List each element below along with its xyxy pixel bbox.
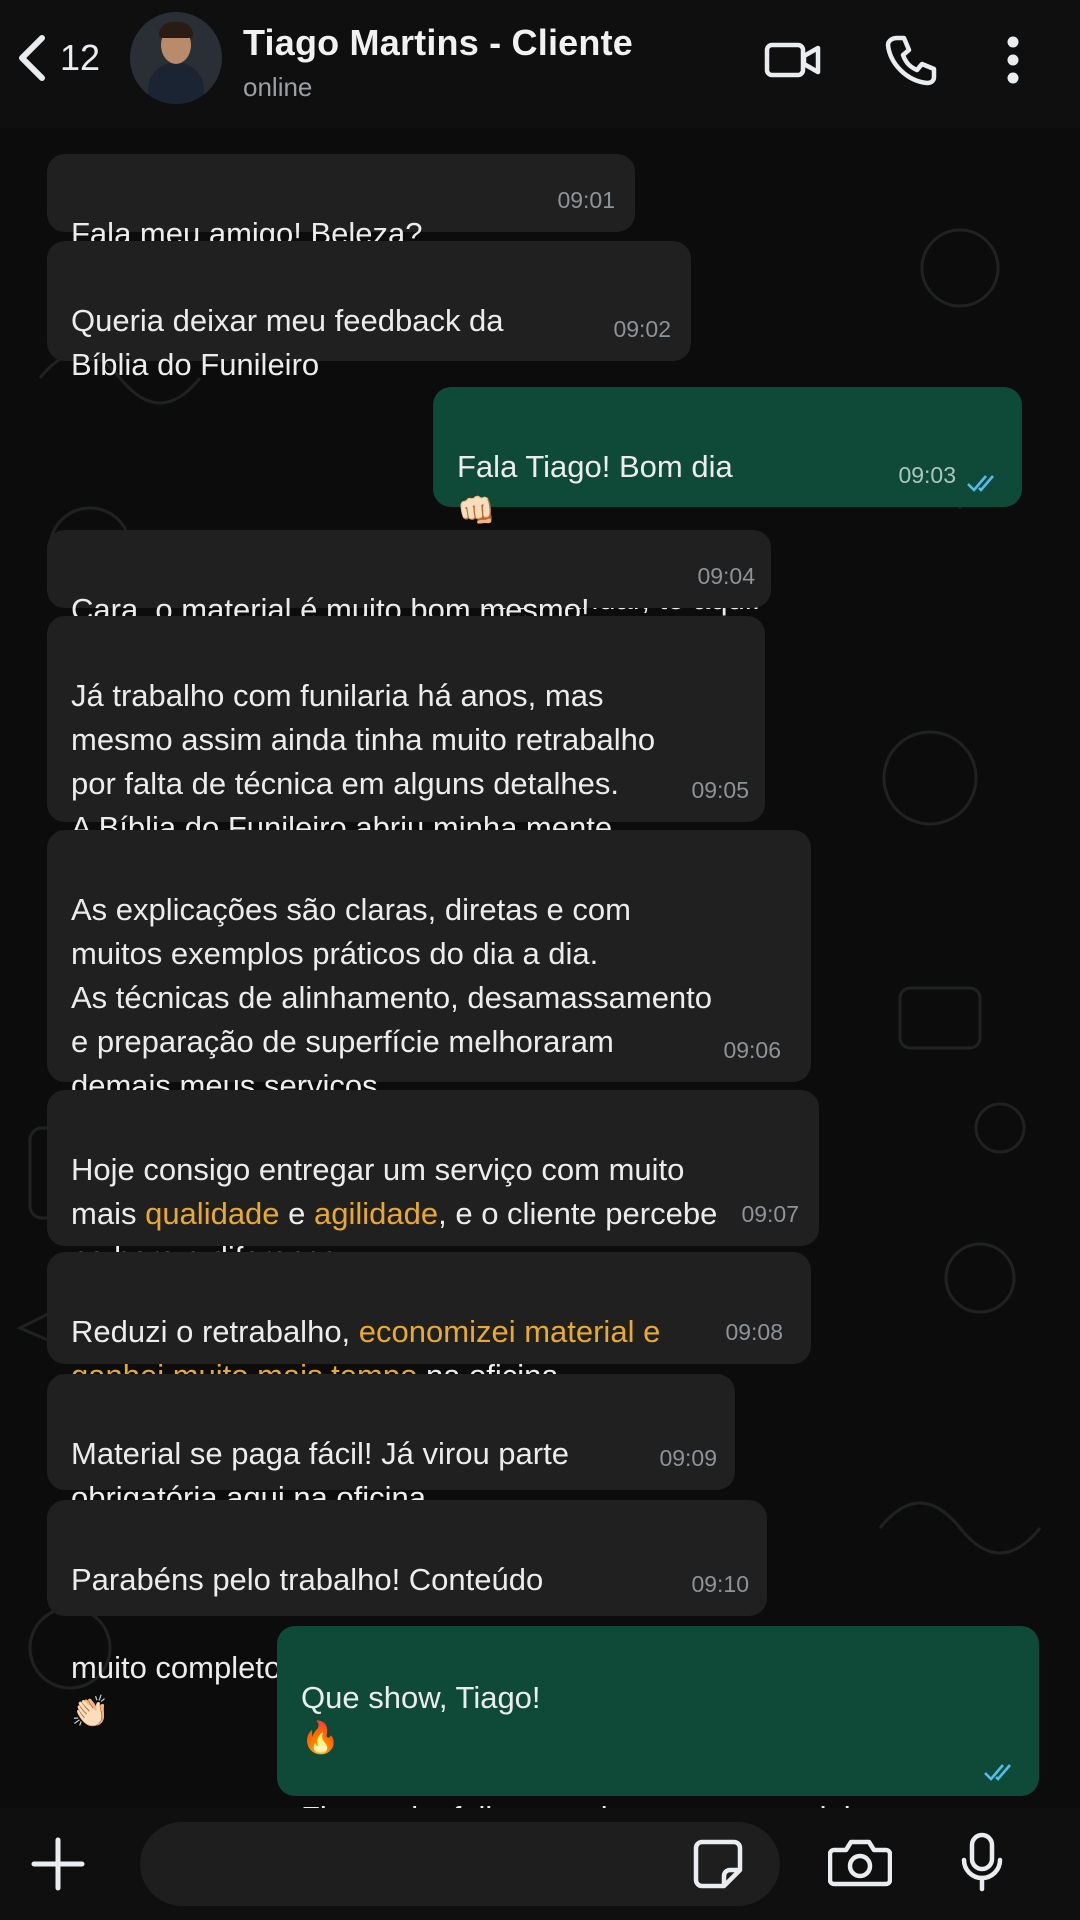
message-outgoing[interactable]: Fala Tiago! Bom dia 👊🏻 Pode mandar, tô a… bbox=[433, 387, 1022, 616]
attach-button[interactable] bbox=[28, 1834, 88, 1894]
contact-status: online bbox=[243, 72, 313, 102]
message-input[interactable] bbox=[140, 1822, 780, 1906]
message-text: Fala Tiago! Bom dia bbox=[457, 449, 733, 484]
video-call-icon bbox=[764, 42, 821, 78]
message-text: Reduzi o retrabalho, bbox=[71, 1314, 359, 1349]
message-text: Parabéns pelo trabalho! Conteúdo bbox=[71, 1562, 544, 1597]
message-time: 09:01 bbox=[557, 187, 615, 213]
clapping-hands-emoji: 👏🏻 bbox=[71, 1694, 110, 1729]
message-incoming[interactable]: Queria deixar meu feedback da Bíblia do … bbox=[47, 241, 691, 382]
more-vertical-icon bbox=[1007, 36, 1019, 84]
microphone-icon bbox=[961, 1832, 1003, 1892]
message-outgoing[interactable]: Que show, Tiago! 🔥 Fico muito feliz em s… bbox=[277, 1626, 1039, 1808]
message-incoming[interactable]: Cara, o material é muito bom mesmo! 09:0… bbox=[47, 530, 771, 627]
read-receipt-icon bbox=[967, 475, 994, 492]
fire-emoji: 🔥 bbox=[301, 1720, 340, 1755]
message-text: Já trabalho com funilaria há anos, mas m… bbox=[71, 678, 656, 845]
message-incoming[interactable]: Parabéns pelo trabalho! Conteúdo muito c… bbox=[47, 1500, 767, 1729]
message-time: 09:02 bbox=[613, 316, 671, 342]
message-incoming[interactable]: Material se paga fácil! Já virou parte o… bbox=[47, 1374, 735, 1515]
sticker-button[interactable] bbox=[686, 1832, 750, 1896]
message-incoming[interactable]: Hoje consigo entregar um serviço com mui… bbox=[47, 1090, 819, 1275]
message-text: Que show, Tiago! bbox=[301, 1680, 541, 1715]
message-time: 09:09 bbox=[659, 1445, 717, 1471]
back-button[interactable]: 12 bbox=[14, 28, 124, 88]
message-time: 09:08 bbox=[725, 1319, 783, 1345]
message-incoming[interactable]: Já trabalho com funilaria há anos, mas m… bbox=[47, 616, 765, 845]
sticker-icon bbox=[693, 1839, 743, 1889]
chat-header: 12 Tiago Martins - Cliente online bbox=[0, 0, 1080, 128]
message-time: 09:05 bbox=[691, 777, 749, 803]
camera-button[interactable] bbox=[828, 1830, 892, 1894]
message-incoming[interactable]: Reduzi o retrabalho, economizei material… bbox=[47, 1252, 811, 1393]
message-text: As explicações são claras, diretas e com… bbox=[71, 892, 713, 1103]
more-options-button[interactable] bbox=[978, 28, 1048, 92]
avatar[interactable] bbox=[130, 12, 222, 104]
message-input-bar bbox=[0, 1808, 1080, 1920]
message-incoming[interactable]: Fala meu amigo! Beleza? 09:01 bbox=[47, 154, 635, 251]
message-incoming[interactable]: As explicações são claras, diretas e com… bbox=[47, 830, 811, 1103]
voice-message-button[interactable] bbox=[950, 1830, 1014, 1894]
message-time: 09:03 bbox=[898, 462, 956, 488]
phone-icon bbox=[885, 35, 937, 86]
message-time: 09:06 bbox=[723, 1037, 781, 1063]
highlighted-text: qualidade bbox=[145, 1196, 280, 1231]
message-list[interactable]: Fala meu amigo! Beleza? 09:01 Queria dei… bbox=[0, 128, 1080, 1808]
plus-icon bbox=[31, 1837, 85, 1891]
message-time: 09:10 bbox=[691, 1571, 749, 1597]
unread-count: 12 bbox=[60, 37, 101, 78]
message-text: e bbox=[279, 1196, 315, 1231]
voice-call-button[interactable] bbox=[876, 28, 946, 92]
message-time: 09:07 bbox=[741, 1201, 799, 1227]
read-receipt-icon bbox=[984, 1764, 1011, 1781]
video-call-button[interactable] bbox=[758, 28, 828, 92]
chevron-left-icon bbox=[19, 35, 45, 81]
message-text: Fico muito feliz em saber que o material… bbox=[301, 1800, 944, 1808]
contact-name[interactable]: Tiago Martins - Cliente bbox=[243, 22, 633, 64]
fist-bump-emoji: 👊🏻 bbox=[457, 493, 496, 528]
highlighted-text: agilidade bbox=[314, 1196, 439, 1231]
message-time: 09:04 bbox=[697, 563, 755, 589]
camera-icon bbox=[828, 1839, 892, 1887]
